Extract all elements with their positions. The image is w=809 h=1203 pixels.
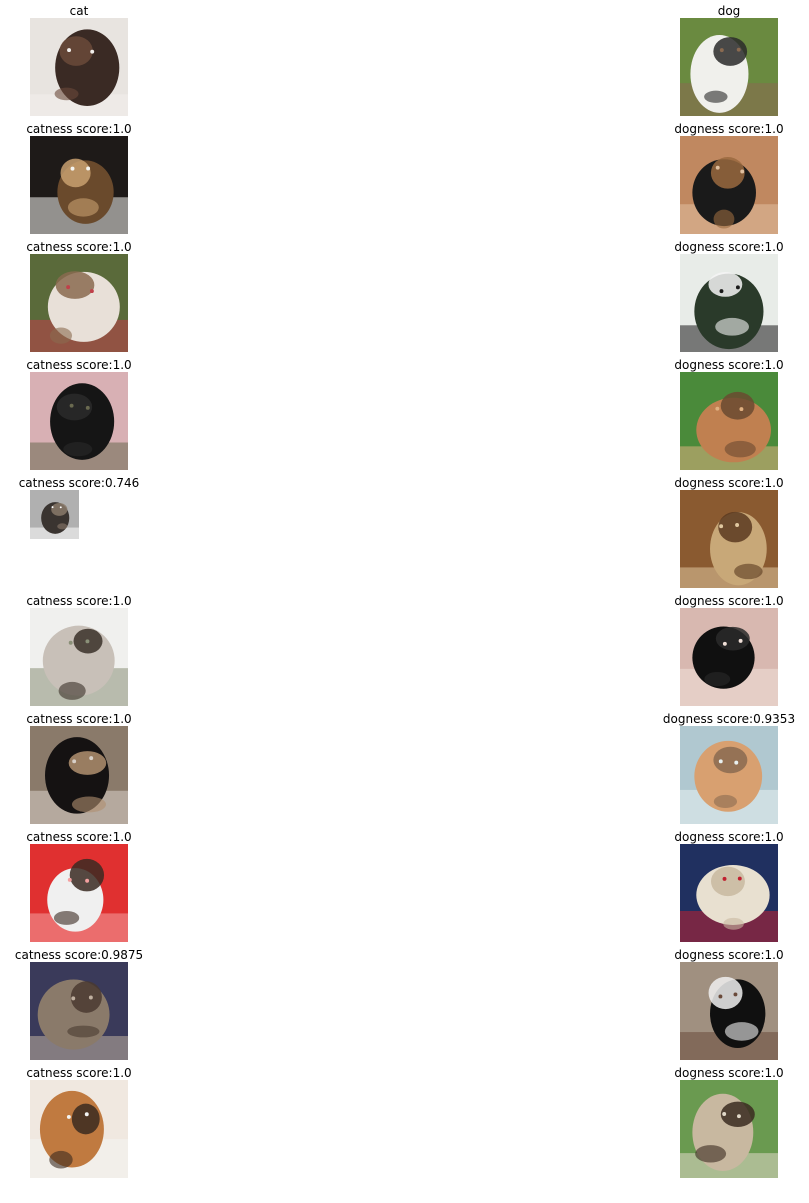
dog-thumbnail <box>680 18 778 116</box>
dog-score-label: dogness score:1.0 <box>674 240 784 254</box>
cat-thumbnail <box>30 136 128 234</box>
dog-thumbnail <box>680 726 778 824</box>
cat-score-label: catness score:1.0 <box>26 830 132 844</box>
cat-score-label: catness score:1.0 <box>26 594 132 608</box>
cat-thumbnail <box>30 372 128 470</box>
dog-thumbnail <box>680 1080 778 1178</box>
dog-thumbnail <box>680 136 778 234</box>
cat-thumbnail <box>30 726 128 824</box>
cat-score-label: catness score:0.9875 <box>14 948 144 962</box>
dog-thumbnail <box>680 372 778 470</box>
dog-score-label: dogness score:1.0 <box>674 830 784 844</box>
cat-score-label: catness score:0.746 <box>18 476 140 490</box>
dog-thumbnail <box>680 254 778 352</box>
dog-score-label: dogness score:1.0 <box>674 1066 784 1080</box>
dog-score-label: dogness score:1.0 <box>674 594 784 608</box>
dog-thumbnail <box>680 844 778 942</box>
dog-score-label: dogness score:1.0 <box>674 358 784 372</box>
cat-score-label: catness score:1.0 <box>26 240 132 254</box>
dog-column-header: dog <box>717 4 741 18</box>
dog-score-label: dogness score:1.0 <box>674 948 784 962</box>
cat-thumbnail <box>30 490 79 539</box>
dog-score-label: dogness score:1.0 <box>674 476 784 490</box>
cat-thumbnail <box>30 962 128 1060</box>
cat-score-label: catness score:1.0 <box>26 122 132 136</box>
cat-column-header: cat <box>69 4 89 18</box>
dog-score-label: dogness score:0.9353 <box>662 712 796 726</box>
cat-score-label: catness score:1.0 <box>26 358 132 372</box>
cat-thumbnail <box>30 18 128 116</box>
cat-thumbnail <box>30 844 128 942</box>
cat-thumbnail <box>30 1080 128 1178</box>
dog-thumbnail <box>680 962 778 1060</box>
dog-score-label: dogness score:1.0 <box>674 122 784 136</box>
dog-thumbnail <box>680 490 778 588</box>
cat-thumbnail <box>30 254 128 352</box>
cat-thumbnail <box>30 608 128 706</box>
cat-score-label: catness score:1.0 <box>26 712 132 726</box>
dog-thumbnail <box>680 608 778 706</box>
cat-score-label: catness score:1.0 <box>26 1066 132 1080</box>
